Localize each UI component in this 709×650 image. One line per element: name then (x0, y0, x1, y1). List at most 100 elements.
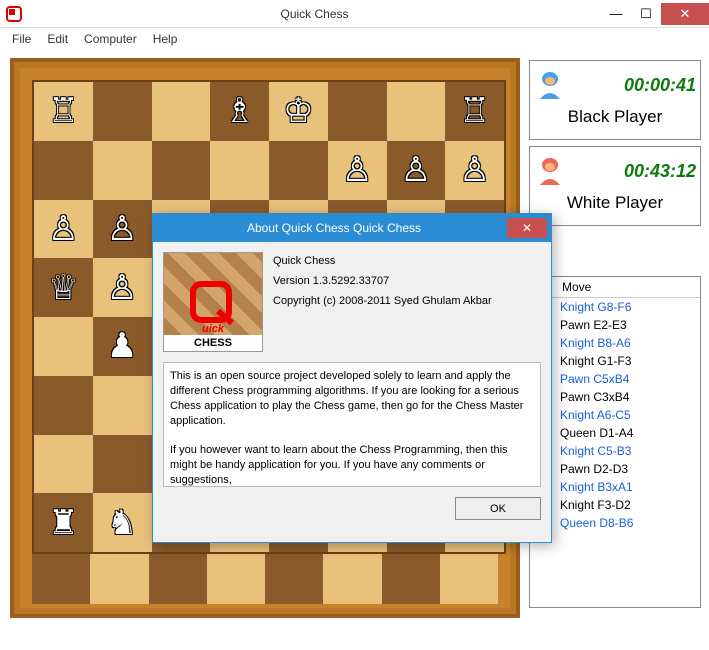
content-area: ♖♗♔♖♙♙♙♙♙♕♙♙♟♟♟♞♟♟♟♜♞♚♝♜ 00:00:41 Black … (0, 50, 709, 650)
chess-piece[interactable]: ♖ (459, 91, 489, 131)
move-text: Knight G1-F3 (558, 354, 700, 368)
about-ok-button[interactable]: OK (455, 497, 541, 520)
board-square[interactable] (93, 141, 152, 200)
about-title-text: About Quick Chess Quick Chess (161, 221, 507, 235)
logo-text-1: uick (202, 323, 224, 335)
move-row[interactable]: Pawn C5xB4 (530, 370, 700, 388)
board-square[interactable]: ♖ (34, 82, 93, 141)
board-square[interactable]: ♙ (93, 258, 152, 317)
chess-piece[interactable]: ♗ (224, 91, 254, 131)
move-row[interactable]: Knight B3xA1 (530, 478, 700, 496)
board-square[interactable]: ♙ (328, 141, 387, 200)
about-description[interactable]: This is an open source project developed… (163, 362, 541, 487)
board-square[interactable]: ♞ (93, 493, 152, 552)
board-square[interactable]: ♙ (445, 141, 504, 200)
board-square[interactable] (210, 141, 269, 200)
move-row[interactable]: 18Queen D8-B6 (530, 514, 700, 532)
chess-piece[interactable]: ♞ (107, 503, 137, 543)
board-square[interactable]: ♕ (34, 258, 93, 317)
menu-file[interactable]: File (4, 30, 39, 48)
board-square[interactable] (93, 82, 152, 141)
move-row[interactable]: Knight C5-B3 (530, 442, 700, 460)
menu-computer[interactable]: Computer (76, 30, 145, 48)
board-square[interactable] (34, 141, 93, 200)
board-square[interactable] (152, 141, 211, 200)
menu-help[interactable]: Help (145, 30, 186, 48)
white-avatar-icon (534, 155, 566, 187)
about-close-button[interactable]: ✕ (507, 218, 547, 238)
board-square[interactable]: ♖ (445, 82, 504, 141)
move-text: Knight F3-D2 (558, 498, 700, 512)
moves-col-move: Move (558, 277, 595, 297)
about-dialog: About Quick Chess Quick Chess ✕ uick CHE… (152, 213, 552, 543)
app-icon (6, 6, 22, 22)
board-square[interactable]: ♗ (210, 82, 269, 141)
moves-body[interactable]: Knight G8-F6 Pawn E2-E3 Knight B8-A6 Knight… (530, 298, 700, 606)
move-text: Knight B8-A6 (558, 336, 700, 350)
menubar: File Edit Computer Help (0, 28, 709, 50)
move-row[interactable]: Knight G8-F6 (530, 298, 700, 316)
board-square[interactable]: ♟ (93, 317, 152, 376)
move-row[interactable]: Pawn E2-E3 (530, 316, 700, 334)
black-player-name: Black Player (534, 107, 696, 127)
board-square[interactable] (93, 435, 152, 494)
move-row[interactable]: Knight B8-A6 (530, 334, 700, 352)
chess-piece[interactable]: ♙ (107, 268, 137, 308)
board-square[interactable]: ♔ (269, 82, 328, 141)
board-square[interactable] (152, 82, 211, 141)
move-text: Knight B3xA1 (558, 480, 700, 494)
move-row[interactable]: Queen D1-A4 (530, 424, 700, 442)
chess-piece[interactable]: ♙ (107, 209, 137, 249)
chess-piece[interactable]: ♙ (48, 209, 78, 249)
move-row[interactable]: Pawn C3xB4 (530, 388, 700, 406)
move-text: Knight A6-C5 (558, 408, 700, 422)
board-square[interactable]: ♙ (387, 141, 446, 200)
board-square[interactable] (387, 82, 446, 141)
board-square[interactable] (269, 141, 328, 200)
move-text: Pawn E2-E3 (558, 318, 700, 332)
chess-piece[interactable]: ♙ (401, 150, 431, 190)
move-text: Pawn C5xB4 (558, 372, 700, 386)
chess-piece[interactable]: ♖ (48, 91, 78, 131)
board-square[interactable] (328, 82, 387, 141)
board-bottom-strip (32, 554, 498, 604)
chess-piece[interactable]: ♟ (107, 326, 137, 366)
black-time: 00:00:41 (624, 75, 696, 96)
menu-edit[interactable]: Edit (39, 30, 76, 48)
move-row[interactable]: Pawn D2-D3 (530, 460, 700, 478)
about-para2: If you however want to learn about the C… (170, 443, 534, 487)
about-version: Version 1.3.5292.33707 (273, 272, 492, 292)
board-square[interactable] (93, 376, 152, 435)
about-info: Quick Chess Version 1.3.5292.33707 Copyr… (273, 252, 492, 352)
about-para1: This is an open source project developed… (170, 369, 534, 428)
move-row[interactable]: Knight G1-F3 (530, 352, 700, 370)
minimize-button[interactable]: — (601, 3, 631, 25)
maximize-button[interactable]: ☐ (631, 3, 661, 25)
chess-piece[interactable]: ♙ (342, 150, 372, 190)
board-square[interactable]: ♙ (93, 200, 152, 259)
move-text: Knight C5-B3 (558, 444, 700, 458)
move-row[interactable]: 17Knight F3-D2 (530, 496, 700, 514)
board-square[interactable]: ♜ (34, 493, 93, 552)
close-button[interactable]: ✕ (661, 3, 709, 25)
board-square[interactable] (34, 376, 93, 435)
about-app-name: Quick Chess (273, 252, 492, 272)
about-copyright: Copyright (c) 2008-2011 Syed Ghulam Akba… (273, 292, 492, 312)
chess-piece[interactable]: ♙ (459, 150, 489, 190)
board-square[interactable] (34, 317, 93, 376)
window-title: Quick Chess (28, 7, 601, 21)
chess-piece[interactable]: ♜ (48, 503, 78, 543)
about-titlebar: About Quick Chess Quick Chess ✕ (153, 214, 551, 242)
board-square[interactable]: ♙ (34, 200, 93, 259)
chess-piece[interactable]: ♔ (283, 91, 313, 131)
move-row[interactable]: Knight A6-C5 (530, 406, 700, 424)
white-clock: 00:43:12 White Player (529, 146, 701, 226)
chess-piece[interactable]: ♕ (48, 268, 78, 308)
white-player-name: White Player (534, 193, 696, 213)
board-square[interactable] (34, 435, 93, 494)
move-text: Queen D8-B6 (558, 516, 700, 530)
move-text: Pawn C3xB4 (558, 390, 700, 404)
black-clock: 00:00:41 Black Player (529, 60, 701, 140)
move-text: Knight G8-F6 (558, 300, 700, 314)
logo-text-2: CHESS (164, 335, 262, 351)
